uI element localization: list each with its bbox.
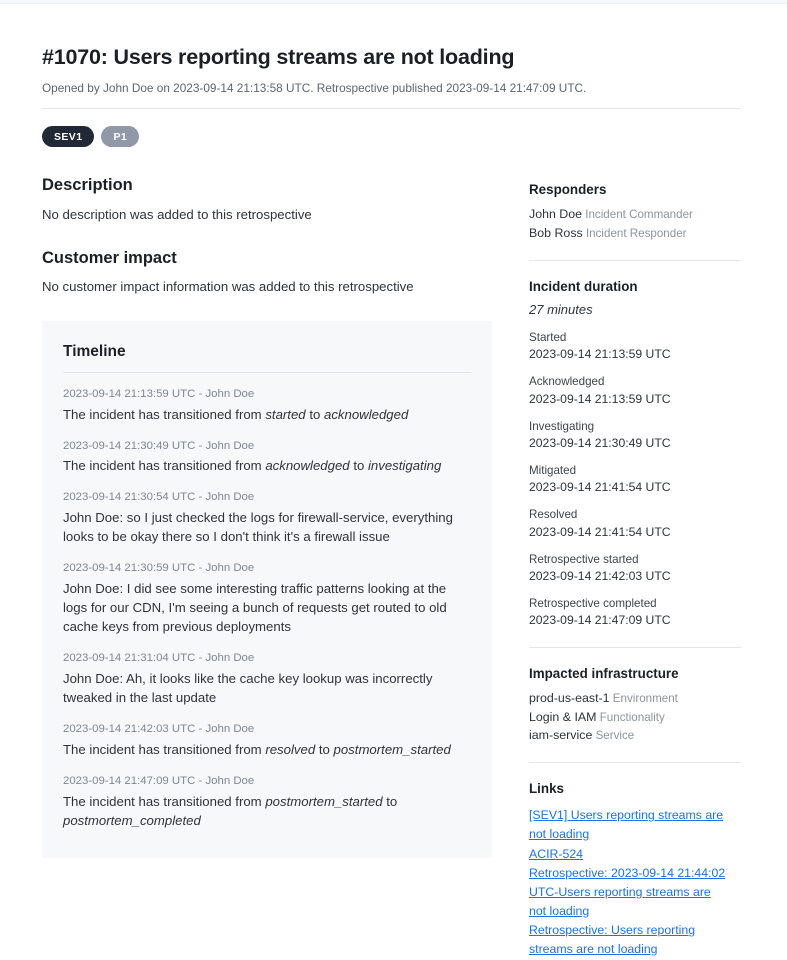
- responder-name: John Doe: [529, 207, 583, 222]
- timeline-entry-meta: 2023-09-14 21:30:54 UTC - John Doe: [63, 491, 255, 504]
- sidebar-divider-responders: [529, 260, 741, 262]
- status-badge-priority: P1: [101, 126, 140, 148]
- incident-timestamp: Retrospective started 2023-09-14 21:42:03…: [529, 552, 741, 585]
- responder-name: Bob Ross: [529, 225, 583, 240]
- timeline-entry-meta: 2023-09-14 21:42:03 UTC - John Doe: [63, 723, 255, 736]
- external-link[interactable]: Retrospective: Users reporting streams a…: [529, 921, 729, 958]
- infrastructure-kind: Functionality: [596, 710, 665, 724]
- incident-timestamp: Investigating 2023-09-14 21:30:49 UTC: [529, 419, 741, 452]
- timeline-entry-meta: 2023-09-14 21:31:04 UTC - John Doe: [63, 652, 255, 665]
- responder-role: Incident Responder: [582, 226, 687, 240]
- timeline-entry: 2023-09-14 21:13:59 UTC - John Doe The in…: [63, 387, 471, 424]
- external-link[interactable]: Retrospective: 2023-09-14 21:44:02 UTC-U…: [529, 864, 729, 920]
- timeline-entry: 2023-09-14 21:30:59 UTC - John Doe John D…: [63, 561, 471, 636]
- incident-timestamp-label: Retrospective started: [529, 552, 639, 566]
- responder-role: Incident Commander: [582, 208, 693, 222]
- incident-timestamp-value: 2023-09-14 21:13:59 UTC: [529, 391, 671, 406]
- infrastructure-row: prod-us-east-1 Environment: [529, 689, 741, 707]
- infrastructure-row: Login & IAM Functionality: [529, 708, 741, 726]
- timeline-entry: 2023-09-14 21:31:04 UTC - John Doe John D…: [63, 651, 471, 707]
- sidebar-divider-duration: [529, 647, 741, 649]
- incident-timestamp-label: Retrospective completed: [529, 596, 657, 610]
- responder-row: John Doe Incident Commander: [529, 205, 741, 223]
- incident-timestamp-label: Acknowledged: [529, 375, 605, 389]
- timeline-entry-list: 2023-09-14 21:13:59 UTC - John Doe The in…: [63, 387, 471, 831]
- timeline-entry-text: John Doe: so I just checked the logs for…: [63, 510, 453, 545]
- timeline-entry-meta: 2023-09-14 21:13:59 UTC - John Doe: [63, 387, 255, 400]
- timeline-entry: 2023-09-14 21:42:03 UTC - John Doe The in…: [63, 722, 471, 759]
- responder-row: Bob Ross Incident Responder: [529, 224, 741, 242]
- timeline-entry-text: The incident has transitioned from ackno…: [63, 458, 442, 474]
- sidebar: Responders John Doe Incident Commander Bo…: [511, 175, 741, 959]
- timeline-entry-meta: 2023-09-14 21:30:59 UTC - John Doe: [63, 562, 255, 575]
- incident-timestamp-value: 2023-09-14 21:30:49 UTC: [529, 435, 671, 450]
- external-link[interactable]: ACIR-524: [529, 845, 729, 864]
- incident-timestamp: Started 2023-09-14 21:13:59 UTC: [529, 330, 741, 363]
- incident-timestamp-label: Investigating: [529, 419, 595, 433]
- customer-impact-heading: Customer impact: [42, 248, 177, 267]
- incident-timestamp-label: Started: [529, 331, 567, 345]
- incident-timestamp-value: 2023-09-14 21:41:54 UTC: [529, 480, 671, 495]
- retrospective-page: #1070: Users reporting streams are not l…: [0, 4, 787, 960]
- incident-timestamp: Acknowledged 2023-09-14 21:13:59 UTC: [529, 374, 741, 407]
- infrastructure-name: Login & IAM: [529, 709, 597, 724]
- links-list: [SEV1] Users reporting streams are not l…: [529, 806, 741, 959]
- badge-group: SEV1 P1: [42, 126, 740, 148]
- incident-timestamp-label: Resolved: [529, 508, 578, 522]
- status-badge-severity: SEV1: [42, 126, 95, 148]
- links-heading: Links: [529, 781, 564, 797]
- main-column: Description No description was added to …: [42, 175, 492, 859]
- sidebar-divider-infrastructure: [529, 762, 741, 764]
- timeline-entry-text: The incident has transitioned from start…: [63, 406, 409, 422]
- incident-timestamp-value: 2023-09-14 21:47:09 UTC: [529, 613, 671, 628]
- incident-timestamp-value: 2023-09-14 21:42:03 UTC: [529, 568, 671, 583]
- responders-heading: Responders: [529, 182, 607, 198]
- description-heading: Description: [42, 176, 133, 195]
- timeline-entry-text: The incident has transitioned from postm…: [63, 794, 398, 829]
- timeline-entry-text: John Doe: Ah, it looks like the cache ke…: [63, 671, 433, 706]
- timeline-divider: [63, 371, 471, 373]
- timeline-panel: Timeline 2023-09-14 21:13:59 UTC - John …: [42, 320, 492, 859]
- incident-subtitle: Opened by John Doe on 2023-09-14 21:13:5…: [42, 80, 587, 95]
- incident-timestamp-label: Mitigated: [529, 464, 577, 477]
- incident-timestamp-list: Started 2023-09-14 21:13:59 UTC Acknowledg…: [529, 330, 741, 629]
- timeline-entry: 2023-09-14 21:30:54 UTC - John Doe John D…: [63, 490, 471, 546]
- impacted-infrastructure-list: prod-us-east-1 Environment Login & IAM Fu…: [529, 689, 741, 744]
- incident-timestamp: Retrospective completed 2023-09-14 21:47:…: [529, 596, 741, 629]
- customer-impact-text: No customer impact information was added…: [42, 279, 414, 295]
- timeline-entry-text: John Doe: I did see some interesting tra…: [63, 581, 447, 635]
- incident-timestamp: Resolved 2023-09-14 21:41:54 UTC: [529, 507, 741, 540]
- timeline-heading: Timeline: [63, 342, 126, 360]
- description-text: No description was added to this retrosp…: [42, 206, 312, 222]
- incident-timestamp: Mitigated 2023-09-14 21:41:54 UTC: [529, 463, 741, 496]
- incident-timestamp-value: 2023-09-14 21:13:59 UTC: [529, 347, 671, 362]
- incident-duration-heading: Incident duration: [529, 279, 638, 295]
- timeline-entry: 2023-09-14 21:30:49 UTC - John Doe The in…: [63, 439, 471, 476]
- infrastructure-name: prod-us-east-1: [529, 691, 610, 706]
- external-link[interactable]: [SEV1] Users reporting streams are not l…: [529, 806, 729, 843]
- incident-duration-value: 27 minutes: [529, 302, 593, 318]
- responders-list: John Doe Incident Commander Bob Ross Inci…: [529, 205, 741, 242]
- timeline-entry-meta: 2023-09-14 21:47:09 UTC - John Doe: [63, 775, 255, 788]
- timeline-entry-text: The incident has transitioned from resol…: [63, 742, 451, 758]
- infrastructure-kind: Service: [592, 728, 635, 742]
- infrastructure-kind: Environment: [609, 692, 678, 706]
- timeline-entry-meta: 2023-09-14 21:30:49 UTC - John Doe: [63, 439, 255, 452]
- impacted-infrastructure-heading: Impacted infrastructure: [529, 666, 679, 682]
- header-divider: [42, 108, 740, 110]
- incident-timestamp-value: 2023-09-14 21:41:54 UTC: [529, 524, 671, 539]
- infrastructure-row: iam-service Service: [529, 726, 741, 744]
- infrastructure-name: iam-service: [529, 727, 593, 742]
- timeline-entry: 2023-09-14 21:47:09 UTC - John Doe The in…: [63, 774, 471, 830]
- content-grid: Description No description was added to …: [42, 175, 741, 959]
- page-title: #1070: Users reporting streams are not l…: [42, 45, 515, 69]
